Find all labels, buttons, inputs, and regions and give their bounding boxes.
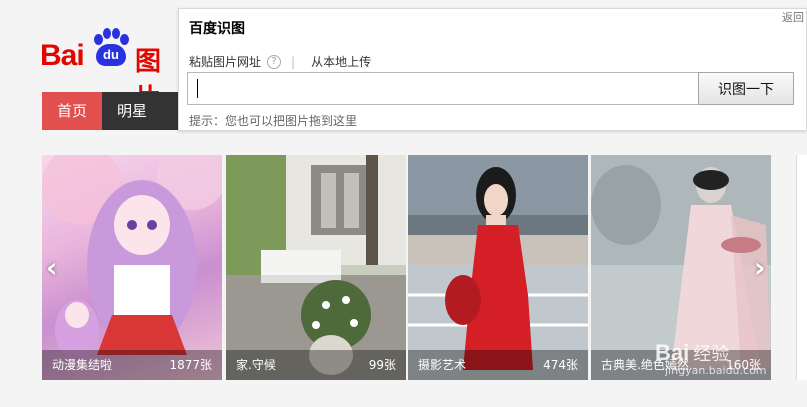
- next-arrow-icon[interactable]: ›: [754, 251, 766, 284]
- nav-item-home[interactable]: 首页: [42, 92, 102, 130]
- popup-title: 百度识图: [189, 21, 245, 37]
- photography-image: [408, 155, 588, 380]
- anime-image: [42, 155, 222, 360]
- gallery-card-anime[interactable]: 动漫集结啦 1877张: [42, 155, 222, 380]
- card-caption: 动漫集结啦 1877张: [42, 350, 222, 380]
- card-title: 家.守候: [236, 358, 276, 372]
- logo-bai-text: Bai: [40, 39, 85, 72]
- card-caption: 摄影艺术 474张: [408, 350, 588, 380]
- image-url-input[interactable]: [187, 72, 699, 105]
- back-link[interactable]: 返回: [782, 9, 804, 25]
- watermark: Bai 经验 jingyan.baidu.com: [655, 340, 785, 390]
- card-caption: 家.守候 99张: [226, 350, 406, 380]
- watermark-text: 经验: [693, 344, 730, 365]
- right-side-panel: [796, 155, 807, 380]
- drag-hint: 提示：您也可以把图片拖到这里: [189, 114, 358, 128]
- watermark-url: jingyan.baidu.com: [665, 364, 767, 377]
- text-caret: [197, 79, 198, 98]
- help-icon[interactable]: ?: [267, 54, 282, 69]
- prev-arrow-icon[interactable]: ‹: [46, 251, 58, 284]
- card-count: 1877张: [169, 358, 212, 372]
- tab-upload-local[interactable]: 从本地上传: [311, 53, 371, 70]
- paw-icon: du: [90, 28, 132, 70]
- baidu-image-logo[interactable]: Bai du 图片: [40, 24, 180, 114]
- card-title: 摄影艺术: [418, 358, 467, 372]
- gallery-card-photography[interactable]: 摄影艺术 474张: [408, 155, 588, 380]
- gallery-card-home[interactable]: 家.守候 99张: [226, 155, 406, 380]
- watermark-logo: Bai: [655, 340, 690, 365]
- search-by-image-button[interactable]: 识图一下: [698, 72, 794, 105]
- tab-paste-url[interactable]: 粘贴图片网址: [189, 53, 261, 70]
- popup-tabs: 粘贴图片网址 ? | 从本地上传: [189, 53, 371, 70]
- tab-separator: |: [291, 54, 296, 69]
- card-count: 99张: [368, 358, 396, 372]
- home-image: [226, 155, 406, 380]
- card-title: 动漫集结啦: [52, 358, 113, 372]
- nav-item-stars[interactable]: 明星: [102, 92, 162, 130]
- card-count: 474张: [543, 358, 578, 372]
- image-search-popup: 百度识图 返回 粘贴图片网址 ? | 从本地上传 识图一下 提示：您也可以把图片…: [178, 8, 807, 131]
- logo-du-text: du: [103, 47, 119, 62]
